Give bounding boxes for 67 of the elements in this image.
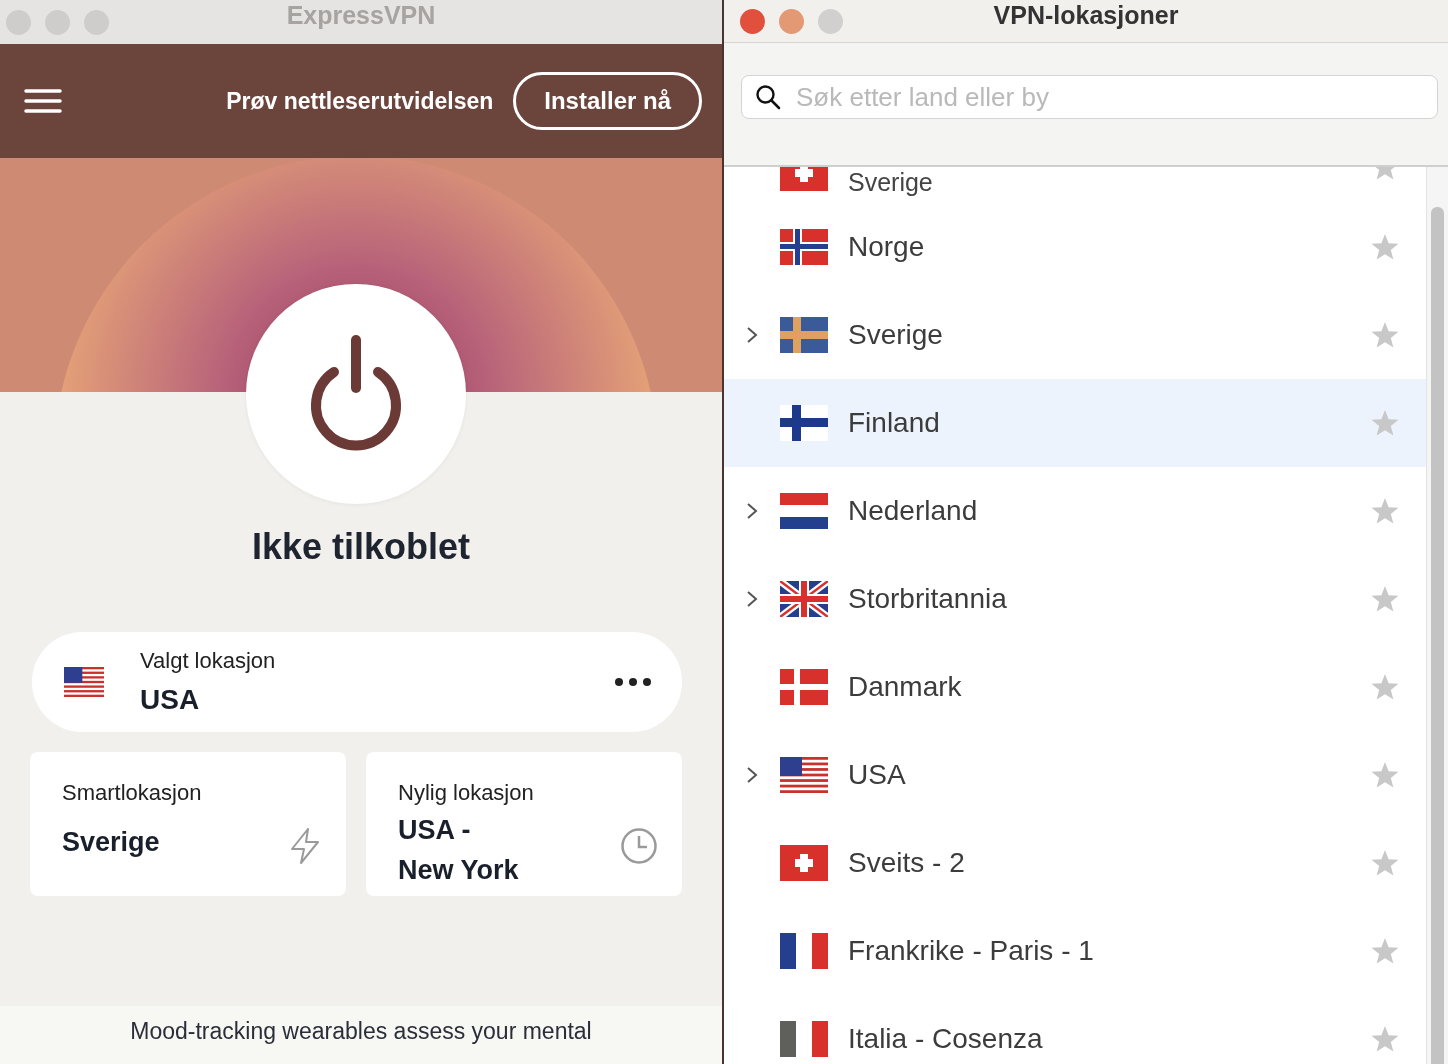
location-row[interactable]: Storbritannia: [724, 555, 1426, 643]
location-name: Sverige: [848, 168, 933, 197]
lightning-icon: [288, 827, 322, 865]
location-row[interactable]: Norge: [724, 203, 1426, 291]
flag-icon: [780, 669, 828, 705]
star-icon[interactable]: [1370, 409, 1400, 437]
install-button[interactable]: Installer nå: [513, 72, 702, 130]
flag-icon: [780, 581, 828, 617]
star-icon[interactable]: [1370, 233, 1400, 261]
location-name: Sverige: [848, 319, 943, 351]
location-name: USA - New York: [398, 814, 520, 887]
location-row[interactable]: Sveits - 2: [724, 819, 1426, 907]
flag-icon: [64, 667, 104, 697]
connection-status: Ikke tilkoblet: [251, 525, 471, 569]
location-name: Norge: [848, 231, 925, 263]
flag-icon: [780, 229, 828, 265]
article-text: Mood-tracking wearables assess your mental: [130, 1018, 592, 1045]
flag-icon: [780, 493, 828, 529]
location-name: Italia - Cosenza: [848, 1023, 1043, 1055]
location-row[interactable]: Sverige: [724, 167, 1426, 203]
zoom-icon[interactable]: [818, 8, 843, 34]
flag-icon: [780, 933, 828, 969]
star-icon[interactable]: [1370, 761, 1400, 789]
card-label: Smartlokasjon: [62, 780, 202, 806]
card-label: Valgt lokasjon: [140, 648, 276, 674]
location-row[interactable]: Danmark: [724, 643, 1426, 731]
flag-icon: [780, 317, 828, 353]
location-name: Sveits - 2: [848, 847, 965, 879]
location-name: Danmark: [848, 671, 962, 703]
scrollbar[interactable]: [1426, 167, 1448, 1064]
location-row[interactable]: Italia - Cosenza: [724, 995, 1426, 1064]
location-row[interactable]: Sverige: [724, 291, 1426, 379]
location-name: USA: [848, 759, 906, 791]
minimize-icon[interactable]: [779, 8, 804, 34]
window-title: ExpressVPN: [286, 0, 436, 30]
search-field[interactable]: Søk etter land eller by: [741, 75, 1438, 119]
star-icon[interactable]: [1370, 497, 1400, 525]
shortcut-card[interactable]: Smartlokasjon Sverige: [30, 752, 346, 896]
location-row[interactable]: Nederland: [724, 467, 1426, 555]
flag-icon: [780, 405, 828, 441]
menu-icon[interactable]: [24, 88, 62, 114]
location-name: Sverige: [62, 826, 161, 859]
location-row[interactable]: Finland: [724, 379, 1426, 467]
location-row[interactable]: USA: [724, 731, 1426, 819]
location-name: USA: [140, 684, 201, 716]
star-icon[interactable]: [1370, 849, 1400, 877]
location-name: Storbritannia: [848, 583, 1007, 615]
star-icon[interactable]: [1370, 673, 1400, 701]
star-icon[interactable]: [1370, 1025, 1400, 1053]
star-icon[interactable]: [1370, 321, 1400, 349]
more-icon[interactable]: [614, 677, 652, 687]
location-name: Frankrike - Paris - 1: [848, 935, 1094, 967]
promo-text: Prøv nettleserutvidelsen: [226, 87, 494, 115]
window-title: VPN-lokasjoner: [993, 0, 1179, 30]
flag-icon: [780, 1021, 828, 1057]
flag-icon: [780, 845, 828, 881]
flag-icon: [780, 757, 828, 793]
selected-location-card[interactable]: Valgt lokasjon USA: [32, 632, 682, 732]
star-icon[interactable]: [1370, 585, 1400, 613]
location-name: Finland: [848, 407, 940, 439]
shortcut-card[interactable]: Nylig lokasjon USA - New York: [366, 752, 682, 896]
clock-icon: [620, 827, 658, 865]
location-name: Nederland: [848, 495, 978, 527]
star-icon[interactable]: [1370, 937, 1400, 965]
card-label: Nylig lokasjon: [398, 780, 534, 806]
close-icon[interactable]: [740, 8, 765, 34]
location-row[interactable]: Frankrike - Paris - 1: [724, 907, 1426, 995]
